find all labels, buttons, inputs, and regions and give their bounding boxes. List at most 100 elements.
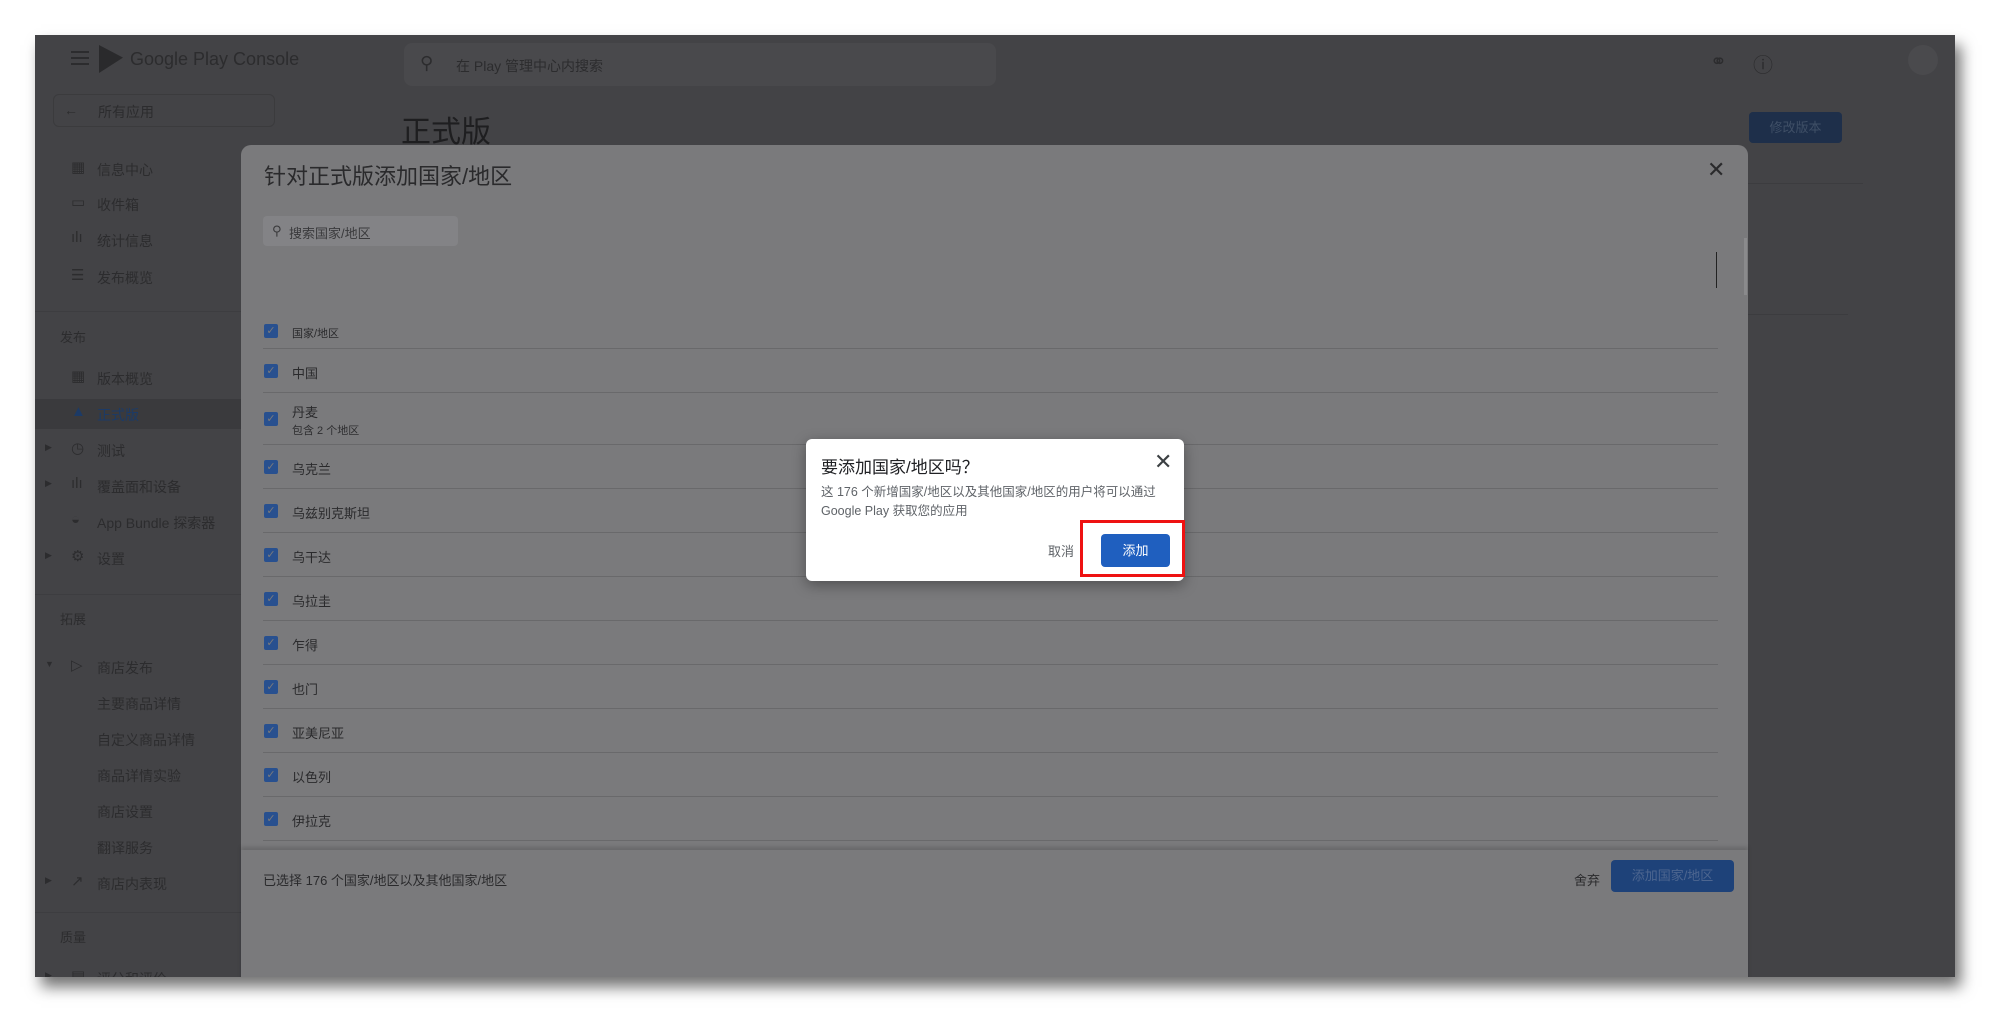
country-checkbox[interactable]: ✓: [264, 724, 278, 738]
table-row[interactable]: [263, 797, 1718, 841]
devices-icon: ılı: [71, 475, 83, 492]
sidebar-item-label: 测试: [97, 443, 125, 459]
country-name: 乌拉圭: [292, 594, 332, 609]
country-name: 以色列: [292, 770, 332, 785]
all-apps-button[interactable]: ← 所有应用: [53, 94, 275, 127]
chevron-right-icon[interactable]: ▶: [45, 550, 52, 561]
help-icon[interactable]: ⓘ: [1753, 49, 1773, 78]
sidebar-item-label: 覆盖面和设备: [97, 479, 181, 495]
text-cursor: [1716, 252, 1717, 288]
country-checkbox[interactable]: ✓: [264, 412, 278, 426]
highlight-box: [1080, 520, 1185, 577]
sidebar-item-label: 设置: [97, 551, 125, 567]
country-name: 亚美尼亚: [292, 726, 345, 741]
cancel-button[interactable]: 取消: [1048, 541, 1074, 560]
sidebar-item[interactable]: ▶ ▤ 评分和评价: [35, 963, 241, 977]
avatar[interactable]: [1908, 45, 1938, 75]
table-header: [263, 313, 1718, 349]
search-icon: ⚲: [420, 53, 434, 73]
sidebar-item[interactable]: ılı 统计信息: [35, 225, 241, 255]
all-apps-label: 所有应用: [98, 104, 154, 120]
sidebar-item[interactable]: 翻译服务: [35, 832, 241, 862]
discard-button[interactable]: 舍弃: [1574, 870, 1600, 889]
trending-icon: ↗: [71, 873, 84, 890]
table-row[interactable]: [263, 577, 1718, 621]
table-row[interactable]: [263, 709, 1718, 753]
country-name: 伊拉克: [292, 814, 332, 829]
modal-footer: 已选择 176 个国家/地区以及其他国家/地区 舍弃 添加国家/地区: [241, 850, 1748, 977]
sidebar-item[interactable]: ▲ 正式版: [35, 399, 241, 429]
search-icon: ⚲: [272, 223, 282, 238]
country-checkbox[interactable]: ✓: [264, 636, 278, 650]
table-row[interactable]: [263, 393, 1718, 445]
edit-release-button[interactable]: 修改版本: [1749, 112, 1842, 143]
sidebar-item[interactable]: ▶ ılı 覆盖面和设备: [35, 471, 241, 501]
dashboard-icon: ▦: [71, 159, 86, 176]
testing-icon: ◷: [71, 440, 85, 457]
sidebar-item-label: 商店内表现: [97, 876, 167, 892]
sidebar-item[interactable]: ▶ ⚙ 设置: [35, 543, 241, 573]
country-checkbox[interactable]: ✓: [264, 592, 278, 606]
country-checkbox[interactable]: ✓: [264, 460, 278, 474]
divider: [1748, 183, 1863, 184]
sidebar-item-label: 发布概览: [97, 270, 153, 286]
app-name: Google Play Console: [130, 49, 300, 69]
sidebar-item[interactable]: ▭ 收件箱: [35, 189, 241, 219]
sidebar-item[interactable]: ▼ ▷ 商店发布: [35, 652, 241, 682]
global-search[interactable]: ⚲ 在 Play 管理中心内搜索: [404, 43, 996, 86]
sidebar-item[interactable]: ▦ 版本概览: [35, 363, 241, 393]
sidebar-item[interactable]: ▶ ↗ 商店内表现: [35, 868, 241, 898]
country-checkbox[interactable]: ✓: [264, 768, 278, 782]
country-checkbox[interactable]: ✓: [264, 548, 278, 562]
chevron-right-icon[interactable]: ▶: [45, 442, 52, 453]
table-row[interactable]: [263, 753, 1718, 797]
search-placeholder: 搜索国家/地区: [289, 226, 371, 241]
sidebar-item[interactable]: ☰ 发布概览: [35, 262, 241, 292]
divider: [35, 912, 241, 913]
divider: [1748, 314, 1848, 315]
table-row[interactable]: [263, 621, 1718, 665]
sidebar-item-label: 商店发布: [97, 660, 153, 676]
country-checkbox[interactable]: ✓: [264, 680, 278, 694]
chevron-right-icon[interactable]: ▶: [45, 478, 52, 489]
country-checkbox[interactable]: ✓: [264, 812, 278, 826]
country-name: 乌兹别克斯坦: [292, 506, 371, 521]
section-title: 拓展: [60, 612, 87, 627]
sidebar-item[interactable]: 自定义商品详情: [35, 724, 241, 754]
chevron-right-icon[interactable]: ▶: [45, 875, 52, 886]
country-subtext: 包含 2 个地区: [292, 425, 360, 437]
sidebar-item[interactable]: ▶ ◷ 测试: [35, 435, 241, 465]
country-checkbox[interactable]: ✓: [264, 504, 278, 518]
link-icon[interactable]: ⚭: [1710, 49, 1727, 74]
country-name: 乌克兰: [292, 462, 332, 477]
dialog-title: 要添加国家/地区吗？: [821, 458, 979, 477]
table-row[interactable]: [263, 349, 1718, 393]
close-icon[interactable]: ✕: [1707, 157, 1725, 183]
sidebar-item[interactable]: 主要商品详情: [35, 688, 241, 718]
sidebar-item[interactable]: ▦ 信息中心: [35, 154, 241, 184]
divider: [35, 594, 241, 595]
country-search-input[interactable]: ⚲ 搜索国家/地区: [263, 216, 458, 246]
menu-icon[interactable]: [71, 51, 89, 65]
arrow-left-icon: ←: [64, 102, 78, 118]
scrollbar[interactable]: [1744, 238, 1747, 295]
sidebar-item-label: 翻译服务: [97, 840, 153, 856]
sidebar-item[interactable]: ◒ App Bundle 探索器: [35, 507, 241, 537]
sidebar-item[interactable]: 商品详情实验: [35, 760, 241, 790]
section-title: 质量: [60, 930, 87, 945]
table-row[interactable]: [263, 665, 1718, 709]
sidebar-item-label: 商品详情实验: [97, 768, 181, 784]
select-all-checkbox[interactable]: ✓: [264, 324, 278, 338]
close-icon[interactable]: ✕: [1154, 449, 1172, 475]
dialog-body: 这 176 个新增国家/地区以及其他国家/地区的用户将可以通过 Google P…: [821, 485, 1156, 518]
add-countries-button[interactable]: 添加国家/地区: [1611, 860, 1734, 892]
sidebar-item[interactable]: 商店设置: [35, 796, 241, 826]
publish-overview-icon: ☰: [71, 267, 85, 284]
chevron-right-icon[interactable]: ▶: [45, 970, 52, 977]
column-header: 国家/地区: [292, 328, 340, 340]
play-console-logo: [99, 45, 123, 73]
sidebar-item-label: 正式版: [97, 407, 139, 423]
country-checkbox[interactable]: ✓: [264, 364, 278, 378]
chevron-down-icon[interactable]: ▼: [45, 659, 54, 669]
android-icon: ◒: [71, 511, 81, 528]
